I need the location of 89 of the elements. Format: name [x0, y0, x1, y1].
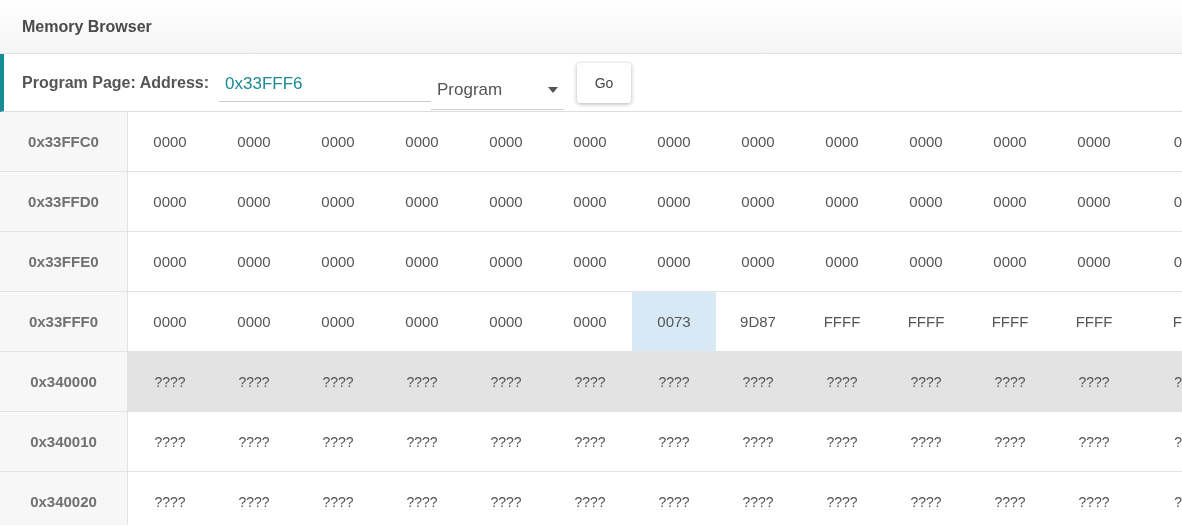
memory-cell[interactable]: 0000: [632, 232, 716, 291]
memory-cell[interactable]: 0000: [968, 232, 1052, 291]
memory-cell[interactable]: 0000: [212, 112, 296, 171]
memory-cell[interactable]: FFFF: [968, 292, 1052, 351]
memory-cell[interactable]: 0000: [380, 232, 464, 291]
memory-cell[interactable]: ????: [632, 472, 716, 525]
memory-cell[interactable]: ?: [1136, 412, 1182, 471]
memory-cell[interactable]: 0000: [632, 172, 716, 231]
memory-cell[interactable]: FFFF: [884, 292, 968, 351]
memory-cell[interactable]: 0000: [716, 232, 800, 291]
memory-cell[interactable]: ????: [884, 412, 968, 471]
memory-cell[interactable]: ????: [380, 412, 464, 471]
memory-cell[interactable]: 0000: [464, 172, 548, 231]
memory-cell[interactable]: ????: [716, 412, 800, 471]
memory-cell[interactable]: 0000: [1052, 112, 1136, 171]
memory-cell[interactable]: ????: [464, 412, 548, 471]
memory-row[interactable]: 0000 0000 0000 0000 0000 0000 0073 9D87 FFFF FFFF FFFF FFFF F: [128, 292, 1182, 351]
memory-cell[interactable]: 0000: [548, 292, 632, 351]
memory-cell[interactable]: ????: [464, 472, 548, 525]
memory-cell[interactable]: ????: [128, 412, 212, 471]
memory-cell[interactable]: ????: [800, 412, 884, 471]
memory-cell[interactable]: ????: [632, 412, 716, 471]
memory-cell[interactable]: 0000: [1052, 172, 1136, 231]
memory-cell[interactable]: 0000: [296, 292, 380, 351]
panel-title: Memory Browser: [22, 17, 152, 36]
memory-cell[interactable]: 0000: [548, 172, 632, 231]
memory-cell[interactable]: 0000: [1052, 232, 1136, 291]
memory-cell[interactable]: 0000: [380, 112, 464, 171]
memory-cell[interactable]: 0000: [968, 112, 1052, 171]
memory-cell[interactable]: 0000: [464, 292, 548, 351]
memory-cell[interactable]: FFFF: [1052, 292, 1136, 351]
memory-cell[interactable]: 0000: [380, 172, 464, 231]
memory-cell[interactable]: ????: [884, 472, 968, 525]
memory-cell[interactable]: ????: [1052, 412, 1136, 471]
memory-row[interactable]: 0000 0000 0000 0000 0000 0000 0000 0000 0000 0000 0000 0000 0: [128, 112, 1182, 171]
caret-icon: [548, 87, 558, 93]
memory-cell[interactable]: 0000: [212, 292, 296, 351]
memory-cell[interactable]: ????: [296, 412, 380, 471]
memory-cell[interactable]: 0000: [632, 112, 716, 171]
memory-cell[interactable]: 9D87: [716, 292, 800, 351]
memory-cell[interactable]: ????: [1052, 472, 1136, 525]
memory-row[interactable]: ???? ???? ???? ???? ???? ???? ???? ???? ???? ???? ???? ???? ?: [128, 412, 1182, 471]
memory-cell[interactable]: F: [1136, 292, 1182, 351]
address-label: Program Page: Address:: [22, 73, 209, 92]
memory-cell[interactable]: 0000: [800, 112, 884, 171]
memory-cell[interactable]: 0000: [800, 172, 884, 231]
memory-cell[interactable]: 0000: [128, 232, 212, 291]
memory-cell[interactable]: ????: [800, 472, 884, 525]
memory-cell[interactable]: 0000: [464, 112, 548, 171]
memory-cell[interactable]: 0000: [128, 172, 212, 231]
memory-row[interactable]: 0000 0000 0000 0000 0000 0000 0000 0000 0000 0000 0000 0000 0: [128, 172, 1182, 231]
memory-cell[interactable]: ????: [212, 412, 296, 471]
memory-cell[interactable]: 0000: [884, 172, 968, 231]
memory-cell[interactable]: 0000: [380, 292, 464, 351]
memory-cell[interactable]: 0000: [128, 112, 212, 171]
memory-cell[interactable]: 0000: [800, 232, 884, 291]
memory-cell[interactable]: 0000: [716, 172, 800, 231]
page-dropdown[interactable]: Program: [431, 71, 564, 110]
memory-cell[interactable]: 0000: [212, 172, 296, 231]
memory-cell[interactable]: ????: [548, 412, 632, 471]
memory-cell[interactable]: 0000: [968, 172, 1052, 231]
memory-cell[interactable]: 0: [1136, 172, 1182, 231]
memory-cell[interactable]: 0073: [632, 292, 716, 351]
memory-cell[interactable]: ????: [128, 472, 212, 525]
memory-cell[interactable]: ?: [1136, 472, 1182, 525]
memory-cell[interactable]: ????: [968, 412, 1052, 471]
memory-cell[interactable]: 0000: [212, 232, 296, 291]
memory-cell[interactable]: 0: [1136, 232, 1182, 291]
memory-cell[interactable]: ????: [548, 472, 632, 525]
memory-row[interactable]: 0000 0000 0000 0000 0000 0000 0000 0000 0000 0000 0000 0000 0: [128, 232, 1182, 291]
memory-cell[interactable]: 0000: [296, 232, 380, 291]
memory-cell[interactable]: ????: [716, 472, 800, 525]
memory-row[interactable]: ???? ???? ???? ???? ???? ???? ???? ???? ???? ???? ???? ???? ?: [128, 472, 1182, 525]
memory-cell[interactable]: 0000: [128, 292, 212, 351]
memory-cell[interactable]: ????: [212, 472, 296, 525]
memory-cell[interactable]: ????: [968, 472, 1052, 525]
memory-cell[interactable]: 0000: [464, 232, 548, 291]
memory-cell[interactable]: 0000: [296, 172, 380, 231]
memory-cell[interactable]: 0000: [884, 112, 968, 171]
memory-cell[interactable]: ????: [296, 472, 380, 525]
memory-cell[interactable]: 0000: [548, 232, 632, 291]
memory-cell[interactable]: 0000: [716, 112, 800, 171]
memory-cell[interactable]: FFFF: [800, 292, 884, 351]
memory-cell[interactable]: ????: [380, 472, 464, 525]
memory-cell[interactable]: 0: [1136, 112, 1182, 171]
memory-cell[interactable]: 0000: [296, 112, 380, 171]
memory-cell[interactable]: 0000: [884, 232, 968, 291]
memory-cell[interactable]: 0000: [548, 112, 632, 171]
go-button[interactable]: Go: [577, 62, 631, 103]
